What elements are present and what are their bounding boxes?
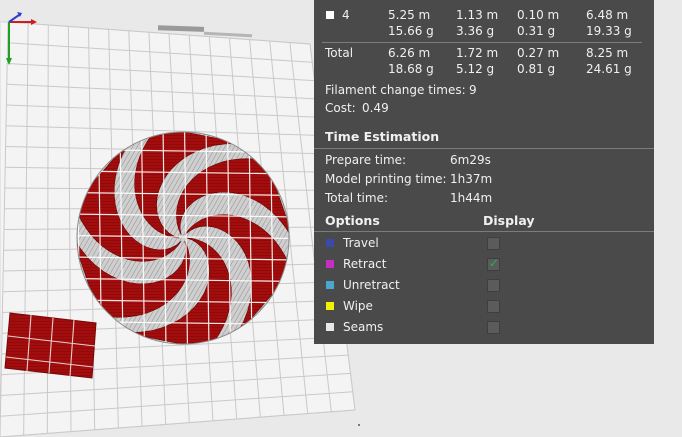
filament-value-weight: 3.36 g (456, 24, 495, 38)
total-value-weight: 0.81 g (517, 62, 556, 76)
option-color-swatch (326, 239, 334, 247)
options-header: Options (325, 213, 380, 228)
filament-value-weight: 15.66 g (388, 24, 434, 38)
time-label: Model printing time: (325, 172, 447, 186)
cost-label: Cost: (325, 101, 356, 115)
display-checkbox-unretract[interactable] (487, 279, 500, 292)
total-value-weight: 5.12 g (456, 62, 495, 76)
option-color-swatch (326, 260, 334, 268)
display-checkbox-travel[interactable] (487, 237, 500, 250)
total-value-length: 8.25 m (586, 46, 629, 60)
time-label: Total time: (325, 191, 388, 205)
rect-model[interactable] (4, 312, 97, 379)
total-value-weight: 18.68 g (388, 62, 434, 76)
viewport-dot (358, 424, 360, 426)
filament-color-swatch (326, 11, 334, 19)
time-value: 1h44m (450, 191, 493, 205)
time-value: 6m29s (450, 153, 491, 167)
time-divider (314, 148, 654, 149)
filament-change-label: Filament change times: (325, 83, 466, 97)
table-divider (322, 42, 642, 43)
total-value-length: 1.72 m (456, 46, 499, 60)
filament-change-value: 9 (469, 83, 477, 97)
total-value-length: 6.26 m (388, 46, 431, 60)
option-label-unretract: Unretract (343, 278, 400, 292)
cost-value: 0.49 (362, 101, 389, 115)
filament-value-length: 6.48 m (586, 8, 629, 22)
display-checkbox-wipe[interactable] (487, 300, 500, 313)
display-checkbox-seams[interactable] (487, 321, 500, 334)
display-header: Display (483, 213, 535, 228)
option-label-seams: Seams (343, 320, 384, 334)
option-color-swatch (326, 281, 334, 289)
checkmark-icon: ✓ (489, 256, 500, 270)
option-label-retract: Retract (343, 257, 387, 271)
option-color-swatch (326, 323, 334, 331)
time-estimation-title: Time Estimation (325, 129, 440, 144)
options-divider (314, 231, 654, 232)
filament-value-length: 0.10 m (517, 8, 560, 22)
option-label-travel: Travel (343, 236, 379, 250)
filament-value-length: 1.13 m (456, 8, 499, 22)
time-label: Prepare time: (325, 153, 407, 167)
filament-row-label: 4 (342, 8, 350, 22)
slice-stats-panel: 4 5.25 m 15.66 g 1.13 m 3.36 g 0.10 m 0.31 g 6.… (314, 0, 654, 344)
total-value-weight: 24.61 g (586, 62, 632, 76)
filament-value-length: 5.25 m (388, 8, 431, 22)
total-value-length: 0.27 m (517, 46, 560, 60)
display-checkbox-retract[interactable]: ✓ (487, 256, 500, 271)
option-color-swatch (326, 302, 334, 310)
time-value: 1h37m (450, 172, 493, 186)
total-label: Total (325, 46, 354, 60)
filament-value-weight: 0.31 g (517, 24, 556, 38)
filament-value-weight: 19.33 g (586, 24, 632, 38)
option-label-wipe: Wipe (343, 299, 373, 313)
